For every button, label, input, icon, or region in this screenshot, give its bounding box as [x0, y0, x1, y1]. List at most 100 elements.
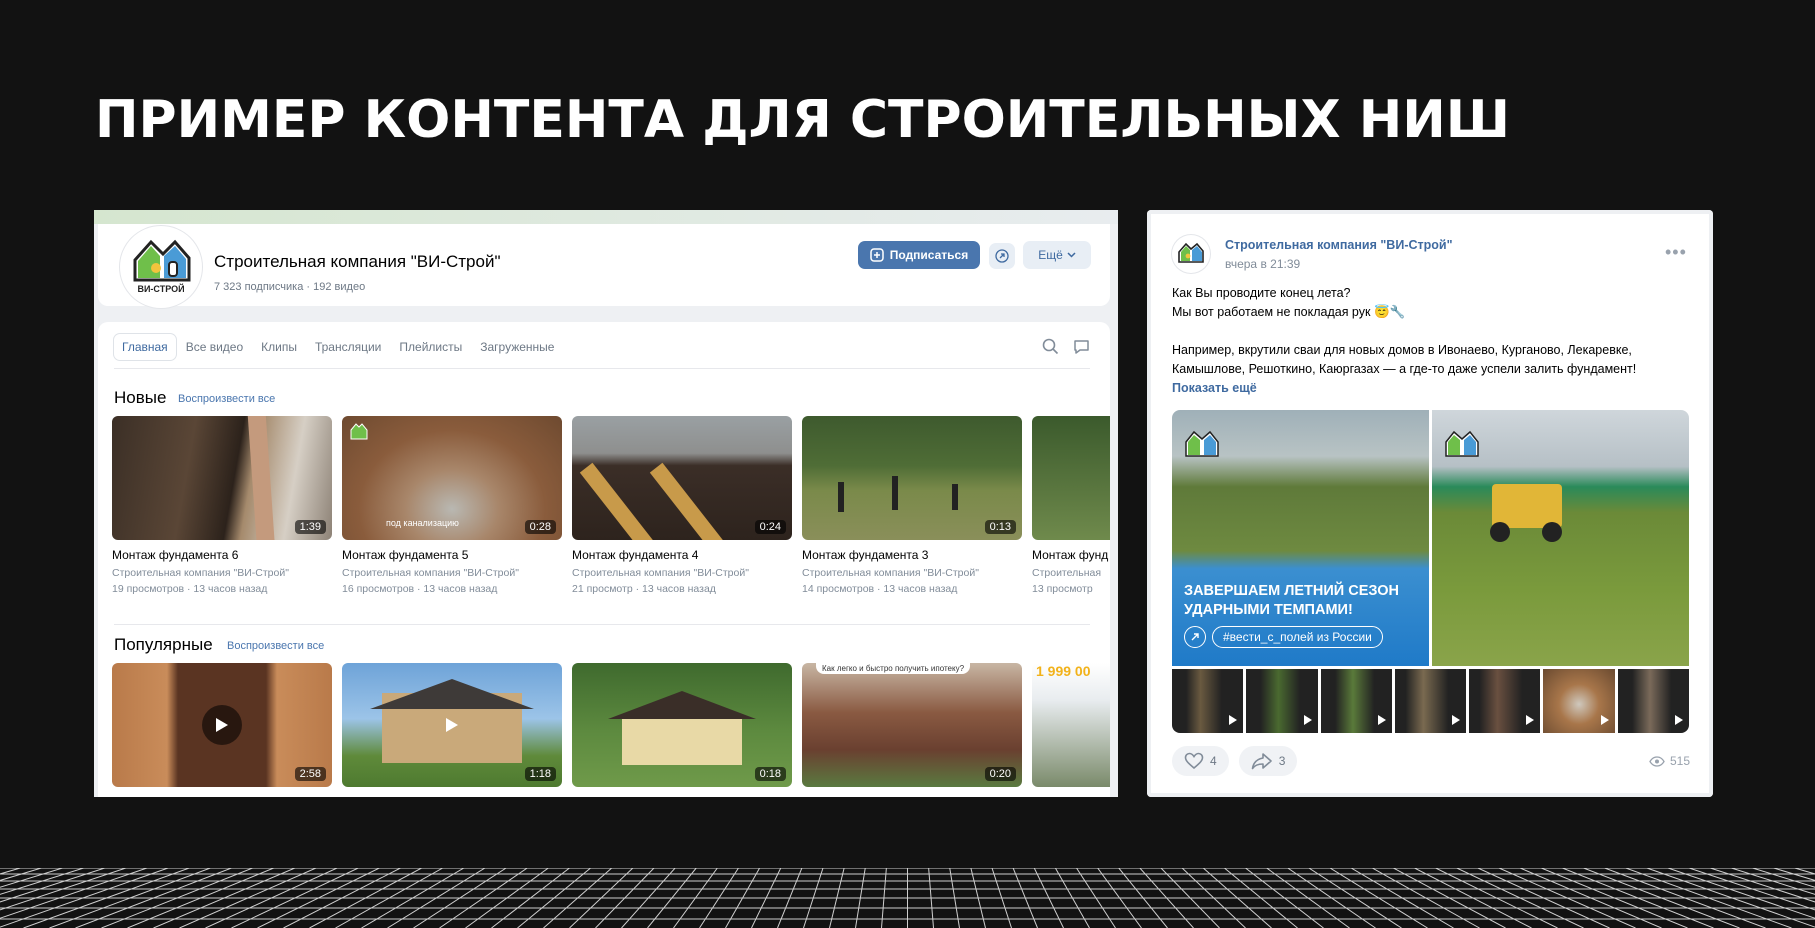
video-stats: 21 просмотр · 13 часов назад	[572, 583, 716, 595]
play-icon	[1674, 715, 1683, 725]
tab-streams[interactable]: Трансляции	[307, 334, 389, 360]
video-title[interactable]: Монтаж фундамента 6	[112, 548, 332, 562]
video-card[interactable]: 1 999 00	[1032, 663, 1110, 787]
video-duration: 0:28	[524, 520, 556, 534]
post-line: Мы вот работаем не покладая рук 😇🔧	[1172, 303, 1692, 322]
video-channel-screenshot: ВИ-СТРОЙ Строительная компания "ВИ-Строй…	[94, 210, 1118, 797]
video-author[interactable]: Строительная	[1032, 567, 1110, 579]
play-icon[interactable]	[202, 705, 242, 745]
play-icon	[1600, 715, 1609, 725]
video-clip-thumb[interactable]	[1469, 669, 1541, 733]
video-duration: 1:39	[294, 520, 326, 534]
tab-main[interactable]: Главная	[114, 334, 176, 360]
video-card[interactable]: 0:13 Монтаж фундамента 3 Строительная ко…	[802, 416, 1022, 595]
post-photo[interactable]: ЗАВЕРШАЕМ ЛЕТНИЙ СЕЗОН УДАРНЫМИ ТЕМПАМИ!…	[1172, 410, 1429, 666]
emoji-icon: 😇🔧	[1373, 305, 1406, 319]
more-button[interactable]: Ещё	[1023, 241, 1091, 269]
video-card[interactable]: 2:58	[112, 663, 332, 787]
video-title[interactable]: Монтаж фундамента 4	[572, 548, 792, 562]
video-duration: 0:13	[984, 520, 1016, 534]
play-icon	[1303, 715, 1312, 725]
video-thumbnail[interactable]	[1032, 416, 1110, 540]
video-author[interactable]: Строительная компания "ВИ-Строй"	[572, 567, 792, 579]
video-overlay-text: Как легко и быстро получить ипотеку?	[816, 663, 971, 674]
video-author[interactable]: Строительная компания "ВИ-Строй"	[112, 567, 332, 579]
share-count: 3	[1278, 754, 1286, 768]
grid-floor-decoration	[0, 868, 1815, 928]
video-thumbnail[interactable]: под канализацию 0:28	[342, 416, 562, 540]
play-all-popular-link[interactable]: Воспроизвести все	[227, 640, 324, 652]
share-button[interactable]: 3	[1238, 746, 1298, 776]
post-time[interactable]: вчера в 21:39	[1225, 257, 1300, 271]
like-button[interactable]: 4	[1172, 746, 1229, 776]
post-author-avatar[interactable]	[1172, 235, 1210, 273]
post-views: 515	[1649, 754, 1690, 768]
video-card[interactable]: под канализацию 0:28 Монтаж фундамента 5…	[342, 416, 562, 595]
tab-all-videos[interactable]: Все видео	[178, 334, 251, 360]
banner-text: ЗАВЕРШАЕМ ЛЕТНИЙ СЕЗОН УДАРНЫМИ ТЕМПАМИ!	[1184, 582, 1399, 620]
play-icon	[1377, 715, 1386, 725]
video-card[interactable]: 1:39 Монтаж фундамента 6 Строительная ко…	[112, 416, 332, 595]
section-title-popular: Популярные	[114, 635, 213, 654]
video-thumbnail[interactable]: 1:18	[342, 663, 562, 787]
video-clip-thumb[interactable]	[1543, 669, 1615, 733]
video-author[interactable]: Строительная компания "ВИ-Строй"	[342, 567, 562, 579]
tab-tools	[1042, 338, 1090, 355]
video-title[interactable]: Монтаж фундамента 5	[342, 548, 562, 562]
video-clip-thumb[interactable]	[1246, 669, 1318, 733]
post-photo-grid: ЗАВЕРШАЕМ ЛЕТНИЙ СЕЗОН УДАРНЫМИ ТЕМПАМИ!…	[1172, 410, 1689, 666]
video-stats: 19 просмотров · 13 часов назад	[112, 583, 268, 595]
video-card[interactable]: 0:18	[572, 663, 792, 787]
video-thumbnail[interactable]: Как легко и быстро получить ипотеку? 0:2…	[802, 663, 1022, 787]
video-title[interactable]: Монтаж фундамента 3	[802, 548, 1022, 562]
video-clip-thumb[interactable]	[1617, 669, 1689, 733]
video-author[interactable]: Строительная компания "ВИ-Строй"	[802, 567, 1022, 579]
like-count: 4	[1210, 754, 1217, 768]
channel-cover	[94, 210, 1118, 224]
video-clip-thumb[interactable]	[1394, 669, 1467, 733]
video-clip-thumb[interactable]	[1320, 669, 1392, 733]
video-row-popular: 2:58 1:18 0:18 Как легко и быстро получи…	[112, 663, 1110, 787]
video-thumbnail[interactable]: 1 999 00	[1032, 663, 1110, 787]
play-icon[interactable]	[432, 705, 472, 745]
subscribe-button[interactable]: Подписаться	[858, 241, 980, 269]
video-stats: 13 просмотр	[1032, 583, 1093, 595]
video-card[interactable]: 0:24 Монтаж фундамента 4 Строительная ко…	[572, 416, 792, 595]
video-title[interactable]: Монтаж фунд	[1032, 548, 1110, 562]
tab-clips[interactable]: Клипы	[253, 334, 305, 360]
video-clip-thumb[interactable]	[1172, 669, 1244, 733]
video-card[interactable]: Монтаж фунд Строительная 13 просмотр	[1032, 416, 1110, 595]
post-author-name[interactable]: Строительная компания "ВИ-Строй"	[1225, 238, 1453, 252]
subscribe-label: Подписаться	[889, 248, 969, 262]
video-thumbnail[interactable]: 0:24	[572, 416, 792, 540]
video-thumbnail[interactable]: 1:39	[112, 416, 332, 540]
more-options-icon[interactable]: •••	[1665, 242, 1687, 263]
more-label: Ещё	[1038, 248, 1063, 262]
video-thumbnail[interactable]: 0:13	[802, 416, 1022, 540]
comment-icon[interactable]	[1073, 338, 1090, 355]
banner-line: УДАРНЫМИ ТЕМПАМИ!	[1184, 602, 1353, 618]
logo-caption: ВИ-СТРОЙ	[137, 284, 185, 294]
post-line: Как Вы проводите конец лета?	[1172, 286, 1351, 300]
video-card[interactable]: 1:18	[342, 663, 562, 787]
tab-uploaded[interactable]: Загруженные	[472, 334, 562, 360]
hashtag-pill[interactable]: #вести_с_полей из России	[1212, 626, 1383, 648]
post-video-strip	[1172, 669, 1689, 733]
chevron-down-icon	[1067, 252, 1076, 258]
post-text: Как Вы проводите конец лета? Мы вот рабо…	[1172, 284, 1692, 398]
video-thumbnail[interactable]: 0:18	[572, 663, 792, 787]
play-all-new-link[interactable]: Воспроизвести все	[178, 393, 275, 405]
channel-logo[interactable]: ВИ-СТРОЙ	[120, 226, 202, 308]
play-icon	[1452, 715, 1461, 725]
video-duration: 1:18	[524, 767, 556, 781]
channel-name[interactable]: Строительная компания "ВИ-Строй"	[214, 252, 501, 272]
tab-playlists[interactable]: Плейлисты	[391, 334, 470, 360]
share-button[interactable]	[989, 243, 1015, 269]
watermark-logo-icon	[1445, 430, 1479, 457]
search-icon[interactable]	[1042, 338, 1059, 355]
show-more-link[interactable]: Показать ещё	[1172, 379, 1692, 398]
post-photo[interactable]	[1432, 410, 1689, 666]
watermark-logo-icon	[350, 423, 368, 440]
video-card[interactable]: Как легко и быстро получить ипотеку? 0:2…	[802, 663, 1022, 787]
video-thumbnail[interactable]: 2:58	[112, 663, 332, 787]
